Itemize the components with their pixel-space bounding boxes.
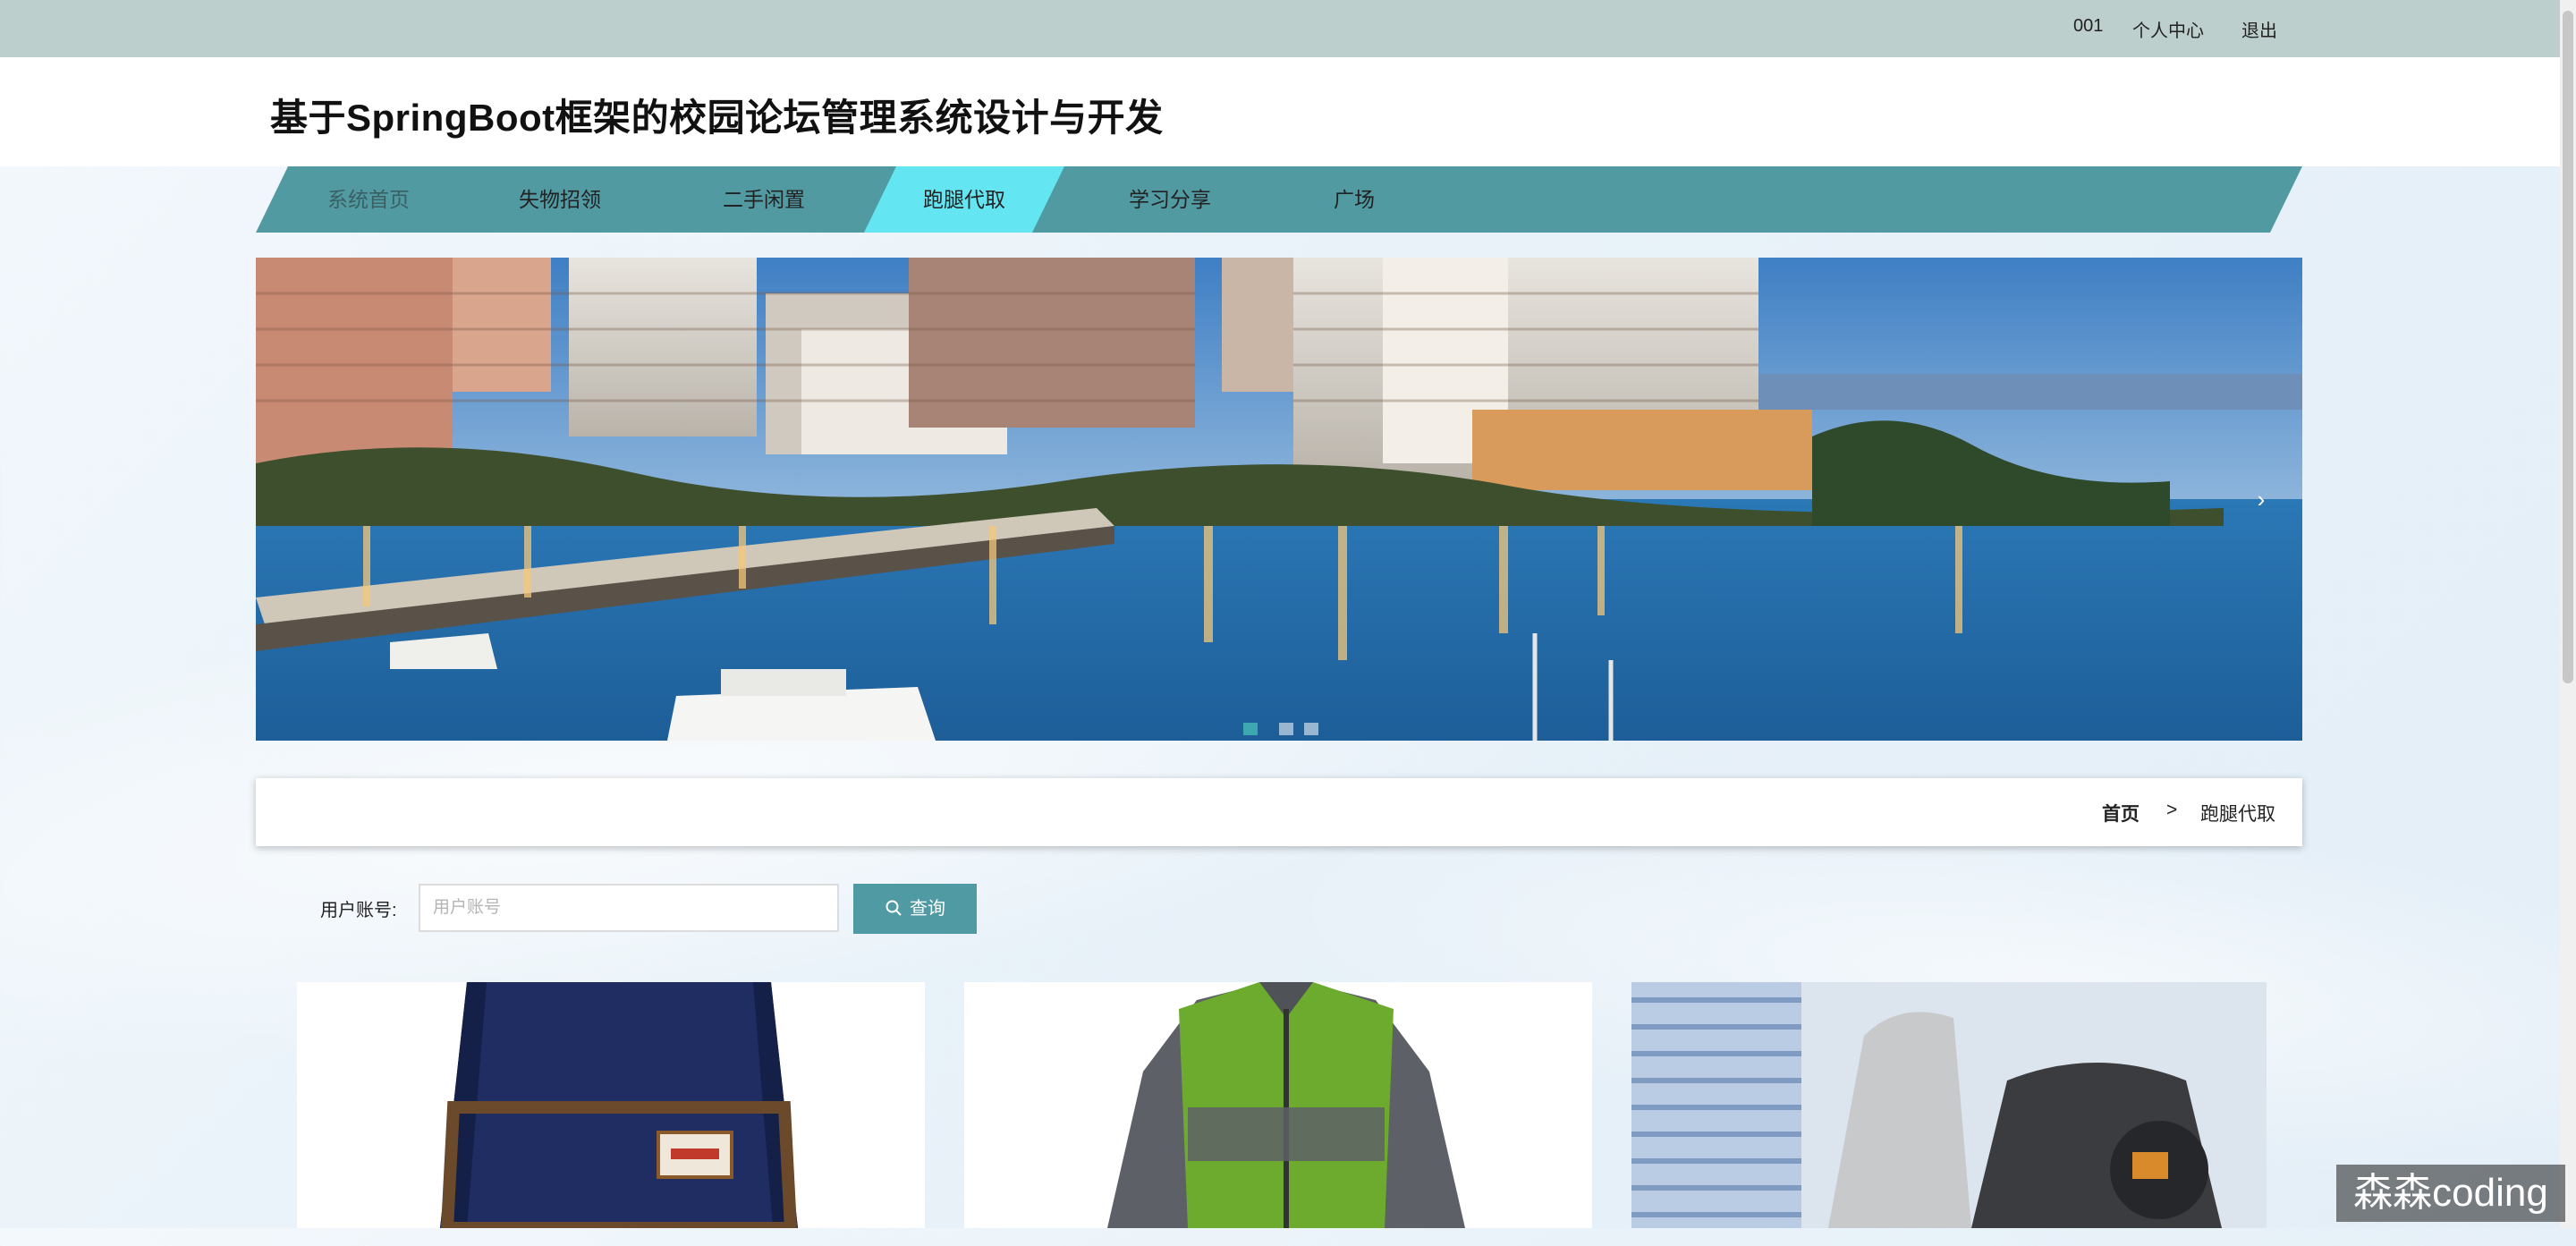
nav-item-home[interactable]: 系统首页 — [292, 166, 445, 233]
main-nav: 系统首页 失物招领 二手闲置 跑腿代取 学习分享 广场 — [256, 166, 2302, 233]
scooter-image — [1631, 982, 2267, 1228]
logout-link[interactable]: 退出 — [2241, 16, 2277, 42]
nav-item-lost-found[interactable]: 失物招领 — [483, 166, 637, 233]
list-item[interactable] — [1631, 982, 2267, 1228]
site-title: 基于SpringBoot框架的校园论坛管理系统设计与开发 — [270, 97, 1164, 139]
chevron-right-icon: › — [2257, 486, 2266, 513]
watermark: 森森coding — [2336, 1165, 2565, 1222]
backpack-image — [297, 982, 925, 1228]
user-account-search-input[interactable] — [419, 884, 839, 932]
breadcrumb-separator: > — [2166, 800, 2178, 820]
list-item[interactable] — [964, 982, 1592, 1228]
list-item[interactable] — [297, 982, 925, 1228]
search-icon — [886, 900, 902, 916]
profile-link[interactable]: 个人中心 — [2132, 16, 2204, 42]
breadcrumb-current: 跑腿代取 — [2200, 804, 2275, 825]
top-bar: 001 个人中心 退出 — [0, 0, 2560, 57]
jacket-image — [964, 982, 1592, 1228]
breadcrumb-home-link[interactable]: 首页 — [2102, 800, 2140, 826]
banner-image — [256, 258, 2302, 741]
username-label: 001 — [2073, 16, 2104, 36]
search-label: 用户账号: — [320, 901, 397, 920]
banner-carousel[interactable]: › — [256, 258, 2302, 741]
nav-item-study-share[interactable]: 学习分享 — [1093, 166, 1247, 233]
nav-item-errands[interactable]: 跑腿代取 — [864, 166, 1064, 233]
scrollbar-thumb[interactable] — [2563, 11, 2573, 683]
nav-item-second-hand[interactable]: 二手闲置 — [687, 166, 841, 233]
carousel-dot[interactable] — [1243, 723, 1258, 735]
carousel-dot[interactable] — [1279, 723, 1293, 735]
search-button-label: 查询 — [910, 899, 945, 919]
nav-item-square[interactable]: 广场 — [1277, 166, 1431, 233]
breadcrumb — [256, 778, 2302, 846]
banner-next-button[interactable]: › — [2243, 481, 2279, 517]
carousel-dot[interactable] — [1304, 723, 1318, 735]
search-button[interactable]: 查询 — [853, 884, 977, 934]
